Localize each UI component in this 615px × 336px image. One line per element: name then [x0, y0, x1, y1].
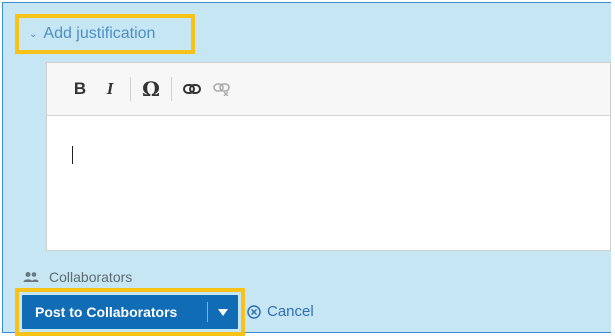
people-icon [23, 271, 39, 283]
post-button-highlight: Post to Collaborators [15, 288, 245, 336]
post-to-collaborators-button[interactable]: Post to Collaborators [22, 295, 238, 329]
toolbar-separator [171, 77, 172, 101]
close-circle-icon [247, 304, 261, 319]
post-options-dropdown[interactable] [208, 308, 238, 316]
italic-button[interactable]: I [97, 75, 123, 103]
rich-text-editor: B I Ω [46, 62, 611, 251]
post-button-label: Post to Collaborators [35, 304, 178, 320]
link-icon [183, 84, 201, 94]
toolbar-separator [130, 77, 131, 101]
caret-down-icon [218, 308, 228, 316]
add-justification-toggle[interactable]: ⌄ Add justification [15, 14, 195, 54]
comment-panel: ⌄ Add justification B I Ω Collaborators … [2, 2, 611, 336]
add-justification-label: Add justification [43, 25, 156, 42]
text-cursor [72, 146, 73, 164]
editor-toolbar: B I Ω [47, 63, 610, 116]
cancel-label: Cancel [267, 303, 314, 320]
unlink-icon [213, 83, 230, 96]
chevron-down-icon: ⌄ [29, 28, 38, 40]
editor-text-area[interactable] [47, 116, 610, 250]
collaborators-label: Collaborators [23, 269, 132, 285]
unlink-button[interactable] [209, 75, 235, 103]
bold-button[interactable]: B [67, 75, 93, 103]
special-character-button[interactable]: Ω [138, 75, 164, 103]
link-button[interactable] [179, 75, 205, 103]
collaborators-text: Collaborators [49, 269, 133, 285]
cancel-button[interactable]: Cancel [247, 303, 314, 320]
